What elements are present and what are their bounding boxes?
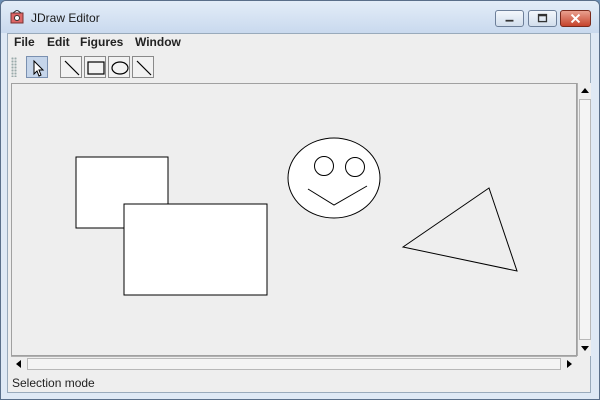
select-tool-button[interactable] bbox=[26, 56, 48, 78]
close-icon bbox=[570, 13, 581, 24]
window-title: JDraw Editor bbox=[31, 11, 100, 25]
line-tool-button[interactable] bbox=[60, 56, 82, 78]
arrow-pointer-icon bbox=[33, 59, 45, 77]
horizontal-scrollbar[interactable] bbox=[11, 356, 577, 370]
line-tool-button-2[interactable] bbox=[132, 56, 154, 78]
toolbar-grip[interactable] bbox=[11, 57, 17, 77]
scroll-up-arrow-icon[interactable] bbox=[578, 84, 592, 98]
maximize-icon bbox=[537, 13, 548, 23]
vertical-scroll-track[interactable] bbox=[579, 99, 591, 340]
face-eye-shape[interactable] bbox=[345, 157, 365, 177]
menu-window[interactable]: Window bbox=[135, 35, 181, 49]
drawing-surface[interactable] bbox=[12, 84, 576, 355]
minimize-icon bbox=[505, 19, 514, 22]
face-eye-shape[interactable] bbox=[314, 156, 334, 176]
drawing-canvas[interactable] bbox=[11, 83, 577, 356]
menu-edit[interactable]: Edit bbox=[47, 35, 70, 49]
app-window: JDraw Editor File Edit Figures Window Se… bbox=[0, 0, 600, 400]
rectangle-tool-icon bbox=[87, 61, 105, 75]
app-icon bbox=[10, 10, 24, 24]
menu-file[interactable]: File bbox=[14, 35, 35, 49]
title-bar[interactable]: JDraw Editor bbox=[1, 1, 599, 33]
toolbar bbox=[8, 53, 590, 81]
minimize-button[interactable] bbox=[495, 10, 524, 27]
triangle-shape[interactable] bbox=[401, 187, 518, 272]
line-tool-icon bbox=[64, 60, 80, 76]
menu-bar: File Edit Figures Window bbox=[8, 34, 590, 52]
line-tool-icon bbox=[136, 60, 152, 76]
rectangle-tool-button[interactable] bbox=[84, 56, 106, 78]
vertical-scrollbar[interactable] bbox=[577, 83, 591, 356]
close-button[interactable] bbox=[560, 10, 591, 27]
oval-tool-icon bbox=[111, 61, 129, 75]
scroll-down-arrow-icon[interactable] bbox=[578, 341, 592, 355]
status-bar-text: Selection mode bbox=[12, 376, 95, 390]
scroll-left-arrow-icon[interactable] bbox=[12, 357, 26, 371]
rectangle-shape[interactable] bbox=[123, 203, 268, 296]
face-oval-shape[interactable] bbox=[287, 137, 381, 219]
client-area: File Edit Figures Window Selection mode bbox=[7, 33, 591, 393]
menu-figures[interactable]: Figures bbox=[80, 35, 123, 49]
scroll-right-arrow-icon[interactable] bbox=[562, 357, 576, 371]
horizontal-scroll-track[interactable] bbox=[27, 358, 561, 370]
maximize-button[interactable] bbox=[528, 10, 557, 27]
oval-tool-button[interactable] bbox=[108, 56, 130, 78]
